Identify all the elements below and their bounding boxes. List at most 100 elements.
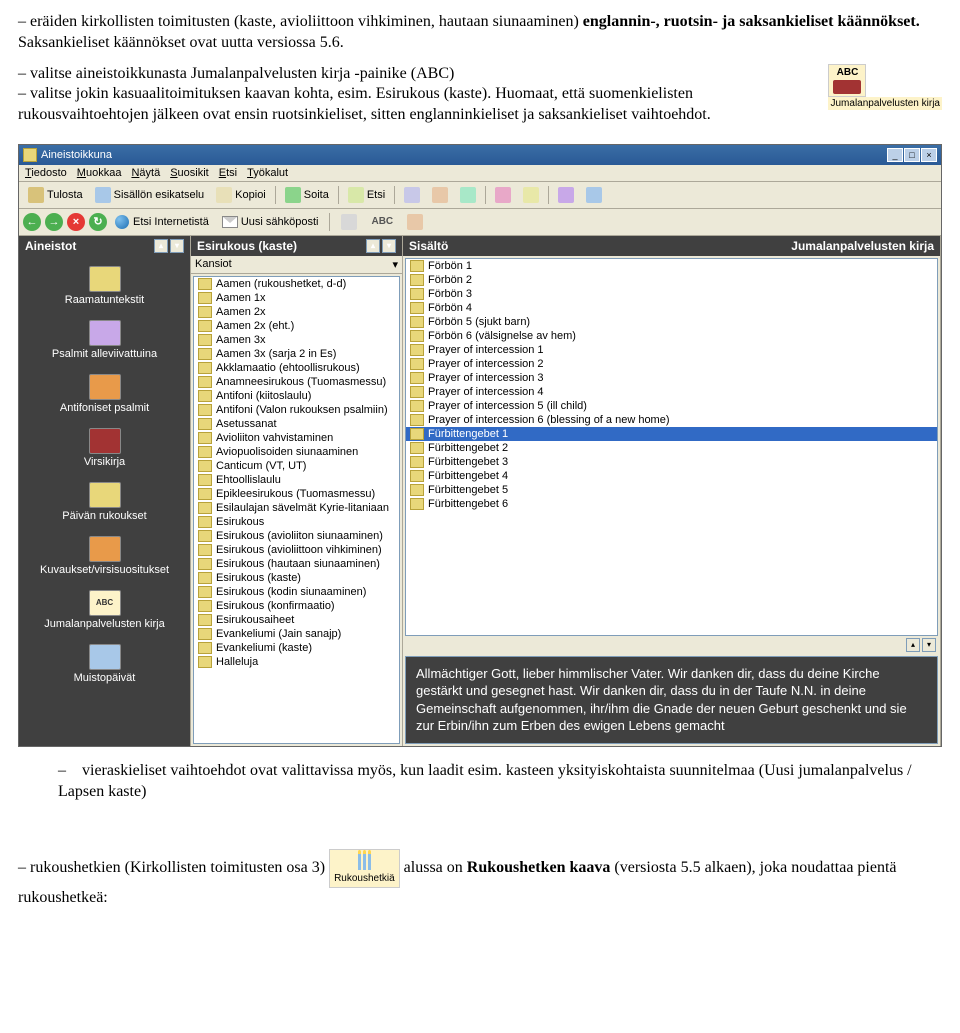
sidebar-item[interactable]: Antifoniset psalmit: [23, 370, 186, 418]
list-item[interactable]: Aamen 2x: [194, 305, 399, 319]
list-item[interactable]: Fürbittengebet 4: [406, 469, 937, 483]
sidebar-item[interactable]: Muistopäivät: [23, 640, 186, 688]
menu-search[interactable]: Etsi: [219, 167, 237, 179]
tool-button[interactable]: ABC: [366, 213, 398, 230]
list-item[interactable]: Antifoni (kiitoslaulu): [194, 389, 399, 403]
list-item[interactable]: Halleluja: [194, 655, 399, 669]
sidebar-item[interactable]: Psalmit alleviivattuina: [23, 316, 186, 364]
list-item[interactable]: Prayer of intercession 5 (ill child): [406, 399, 937, 413]
nav-down-button[interactable]: ▾: [170, 239, 184, 253]
chevron-down-icon[interactable]: ▾: [392, 258, 398, 271]
print-button[interactable]: Tulosta: [23, 184, 88, 206]
list-item[interactable]: Evankeliumi (Jain sanajp): [194, 627, 399, 641]
list-item[interactable]: Aamen 3x (sarja 2 in Es): [194, 347, 399, 361]
list-item[interactable]: Esirukous (kaste): [194, 571, 399, 585]
list-item[interactable]: Avioliiton vahvistaminen: [194, 431, 399, 445]
list-item[interactable]: Anamneesirukous (Tuomasmessu): [194, 375, 399, 389]
list-item[interactable]: Esirukous (hautaan siunaaminen): [194, 557, 399, 571]
copy-button[interactable]: Kopioi: [211, 184, 271, 206]
list-item[interactable]: Esirukous (kodin siunaaminen): [194, 585, 399, 599]
list-item[interactable]: Prayer of intercession 4: [406, 385, 937, 399]
sidebar-item[interactable]: Raamatuntekstit: [23, 262, 186, 310]
tool-button[interactable]: [518, 184, 544, 206]
tool-button[interactable]: [553, 184, 579, 206]
menu-tools[interactable]: Työkalut: [247, 167, 288, 179]
tool-button[interactable]: [399, 184, 425, 206]
list-item[interactable]: Fürbittengebet 3: [406, 455, 937, 469]
maximize-button[interactable]: □: [904, 148, 920, 162]
list-item[interactable]: Evankeliumi (kaste): [194, 641, 399, 655]
list-item[interactable]: Antifoni (Valon rukouksen psalmiin): [194, 403, 399, 417]
list-item[interactable]: Förbön 6 (välsignelse av hem): [406, 329, 937, 343]
sidebar-item[interactable]: ABCJumalanpalvelusten kirja: [23, 586, 186, 634]
list-item[interactable]: Prayer of intercession 1: [406, 343, 937, 357]
tool-button[interactable]: [455, 184, 481, 206]
refresh-button[interactable]: ↻: [89, 213, 107, 231]
nav-down-button[interactable]: ▾: [382, 239, 396, 253]
list-item[interactable]: Aamen 2x (eht.): [194, 319, 399, 333]
list-item[interactable]: Prayer of intercession 3: [406, 371, 937, 385]
nav-up-button[interactable]: ▴: [906, 638, 920, 652]
list-item[interactable]: Esirukous (avioliittoon vihkiminen): [194, 543, 399, 557]
list-item[interactable]: Förbön 3: [406, 287, 937, 301]
nav-down-button[interactable]: ▾: [922, 638, 936, 652]
list-item[interactable]: Epikleesirukous (Tuomasmessu): [194, 487, 399, 501]
list-item[interactable]: Förbön 5 (sjukt barn): [406, 315, 937, 329]
back-button[interactable]: ←: [23, 213, 41, 231]
sidebar-item[interactable]: Kuvaukset/virsisuositukset: [23, 532, 186, 580]
minimize-button[interactable]: _: [887, 148, 903, 162]
menu-edit[interactable]: Muokkaa: [77, 167, 122, 179]
list-item[interactable]: Aamen 3x: [194, 333, 399, 347]
menu-view[interactable]: Näytä: [131, 167, 160, 179]
list-item[interactable]: Fürbittengebet 2: [406, 441, 937, 455]
list-item-label: Ehtoollislaulu: [216, 474, 281, 486]
tool-button[interactable]: [581, 184, 607, 206]
list-item[interactable]: Aamen 1x: [194, 291, 399, 305]
separator: [338, 186, 339, 204]
sidebar-item[interactable]: Päivän rukoukset: [23, 478, 186, 526]
folder-icon: [410, 358, 424, 370]
list-item[interactable]: Ehtoollislaulu: [194, 473, 399, 487]
list-item[interactable]: Esirukousaiheet: [194, 613, 399, 627]
folder-icon: [198, 418, 212, 430]
list-item[interactable]: Fürbittengebet 5: [406, 483, 937, 497]
list-item[interactable]: Akklamaatio (ehtoollisrukous): [194, 361, 399, 375]
play-button[interactable]: Soita: [280, 184, 334, 206]
list-item[interactable]: Aviopuolisoiden siunaaminen: [194, 445, 399, 459]
new-mail-button[interactable]: Uusi sähköposti: [217, 213, 324, 231]
forward-button[interactable]: →: [45, 213, 63, 231]
list-item[interactable]: Fürbittengebet 6: [406, 497, 937, 511]
list-item[interactable]: Prayer of intercession 6 (blessing of a …: [406, 413, 937, 427]
list-item-label: Fürbittengebet 2: [428, 442, 508, 454]
list-item[interactable]: Fürbittengebet 1: [406, 427, 937, 441]
folder-icon: [198, 460, 212, 472]
list-item[interactable]: Prayer of intercession 2: [406, 357, 937, 371]
preview-button[interactable]: Sisällön esikatselu: [90, 184, 210, 206]
globe-icon: [115, 215, 129, 229]
menu-file[interactable]: Tiedosto: [25, 167, 67, 179]
list-item[interactable]: Asetussanat: [194, 417, 399, 431]
note-icon: [432, 187, 448, 203]
list-item[interactable]: Förbön 4: [406, 301, 937, 315]
list-item-label: Avioliiton vahvistaminen: [216, 432, 333, 444]
list-item[interactable]: Esirukous (konfirmaatio): [194, 599, 399, 613]
sidebar-item[interactable]: Virsikirja: [23, 424, 186, 472]
list-item[interactable]: Förbön 2: [406, 273, 937, 287]
list-item[interactable]: Esirukous: [194, 515, 399, 529]
tool-button[interactable]: [402, 211, 428, 233]
stop-button[interactable]: ×: [67, 213, 85, 231]
list-item[interactable]: Aamen (rukoushetket, d-d): [194, 277, 399, 291]
nav-up-button[interactable]: ▴: [366, 239, 380, 253]
list-item[interactable]: Förbön 1: [406, 259, 937, 273]
close-button[interactable]: ×: [921, 148, 937, 162]
list-item[interactable]: Esirukous (avioliiton siunaaminen): [194, 529, 399, 543]
tool-button[interactable]: [427, 184, 453, 206]
list-item[interactable]: Esilaulajan sävelmät Kyrie-litaniaan: [194, 501, 399, 515]
menu-favorites[interactable]: Suosikit: [170, 167, 209, 179]
nav-up-button[interactable]: ▴: [154, 239, 168, 253]
tool-button[interactable]: [490, 184, 516, 206]
tool-button[interactable]: [336, 211, 362, 233]
list-item[interactable]: Canticum (VT, UT): [194, 459, 399, 473]
search-button[interactable]: Etsi: [343, 184, 390, 206]
folder-icon: [198, 516, 212, 528]
